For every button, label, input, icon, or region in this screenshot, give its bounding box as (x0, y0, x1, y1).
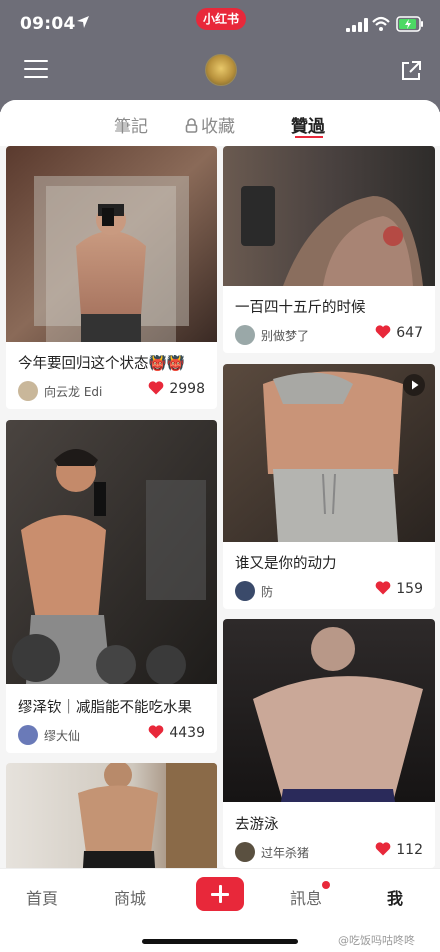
heart-icon (375, 842, 391, 856)
watermark: @吃饭吗咕咚咚 (338, 934, 415, 947)
heart-icon (149, 725, 164, 739)
author-avatar[interactable] (18, 725, 38, 745)
note-meta: 别做梦了 647 (235, 324, 423, 346)
note-photo (223, 146, 435, 286)
profile-avatar[interactable] (205, 54, 237, 86)
like-count[interactable]: 647 (375, 325, 423, 345)
app-badge: 小红书 (196, 8, 246, 30)
note-photo (6, 763, 217, 883)
like-count[interactable]: 159 (375, 581, 423, 601)
note-meta: 过年杀猪 112 (235, 841, 423, 863)
note-title: 今年要回归这个状态👹👹 (18, 356, 185, 372)
tab-notes[interactable]: 筆記 (114, 112, 148, 137)
note-photo (6, 146, 217, 342)
active-tab-indicator (295, 136, 323, 138)
create-post-button[interactable] (196, 877, 244, 911)
nav-shop[interactable]: 商城 (114, 885, 146, 909)
note-card[interactable]: 缪泽钦｜减脂能不能吃水果 缪大仙 4439 (6, 420, 217, 753)
battery-charging-icon (396, 16, 423, 32)
heart-icon (149, 381, 164, 395)
like-count-value: 112 (396, 842, 423, 858)
note-card[interactable] (6, 763, 217, 883)
tab-collections-label: 收藏 (201, 117, 235, 137)
menu-button[interactable] (24, 60, 48, 82)
note-meta: 缪大仙 4439 (18, 724, 205, 746)
author-avatar[interactable] (235, 842, 255, 862)
heart-icon (375, 581, 391, 595)
like-count-value: 4439 (169, 725, 205, 741)
cellular-signal-icon (346, 18, 368, 32)
share-icon[interactable] (400, 60, 422, 82)
note-card[interactable]: 一百四十五斤的时候 别做梦了 647 (223, 146, 435, 353)
author-avatar[interactable] (18, 381, 38, 401)
nav-me[interactable]: 我 (387, 885, 403, 909)
author-name[interactable]: 别做梦了 (261, 327, 309, 344)
tab-collections[interactable]: 收藏 (185, 112, 235, 137)
author-name[interactable]: 向云龙 Edi (44, 383, 102, 400)
note-card[interactable]: 今年要回归这个状态👹👹 向云龙 Edi 2998 (6, 146, 217, 409)
note-title: 缪泽钦｜减脂能不能吃水果 (18, 700, 192, 716)
status-time: 09:04 (20, 14, 76, 34)
profile-tabs: 筆記 收藏 贊過 (0, 100, 440, 146)
note-title: 一百四十五斤的时候 (235, 300, 366, 316)
like-count-value: 159 (396, 581, 423, 597)
note-photo (223, 619, 435, 802)
like-count[interactable]: 4439 (148, 725, 205, 745)
nav-messages[interactable]: 訊息 (290, 885, 322, 909)
author-name[interactable]: 过年杀猪 (261, 844, 309, 861)
author-avatar[interactable] (235, 325, 255, 345)
home-indicator (142, 939, 298, 944)
top-navbar (0, 52, 440, 92)
like-count-value: 2998 (169, 381, 205, 397)
location-arrow-icon (77, 16, 89, 28)
like-count[interactable]: 2998 (148, 381, 205, 401)
heart-icon (375, 325, 391, 339)
notification-dot (322, 881, 330, 889)
author-avatar[interactable] (235, 581, 255, 601)
note-card[interactable]: 谁又是你的动力 防 159 (223, 364, 435, 609)
author-name[interactable]: 缪大仙 (44, 727, 80, 744)
nav-home[interactable]: 首頁 (26, 885, 58, 909)
note-meta: 防 159 (235, 580, 423, 602)
like-count-value: 647 (396, 325, 423, 341)
header-area: 09:04 小红书 (0, 0, 440, 112)
wifi-icon (372, 16, 390, 31)
note-card[interactable]: 去游泳 过年杀猪 112 (223, 619, 435, 868)
note-photo (6, 420, 217, 684)
note-title: 谁又是你的动力 (235, 556, 337, 572)
like-count[interactable]: 112 (375, 842, 423, 862)
note-meta: 向云龙 Edi 2998 (18, 380, 205, 402)
tab-liked[interactable]: 贊過 (291, 112, 325, 137)
lock-icon (185, 118, 198, 133)
author-name[interactable]: 防 (261, 583, 273, 600)
video-play-icon (403, 374, 425, 396)
status-bar: 09:04 小红书 (0, 0, 440, 50)
note-title: 去游泳 (235, 817, 279, 833)
content-sheet: 筆記 收藏 贊過 今年要回归这个状态👹👹 向云龙 Edi 2998 一百四十五斤… (0, 100, 440, 952)
